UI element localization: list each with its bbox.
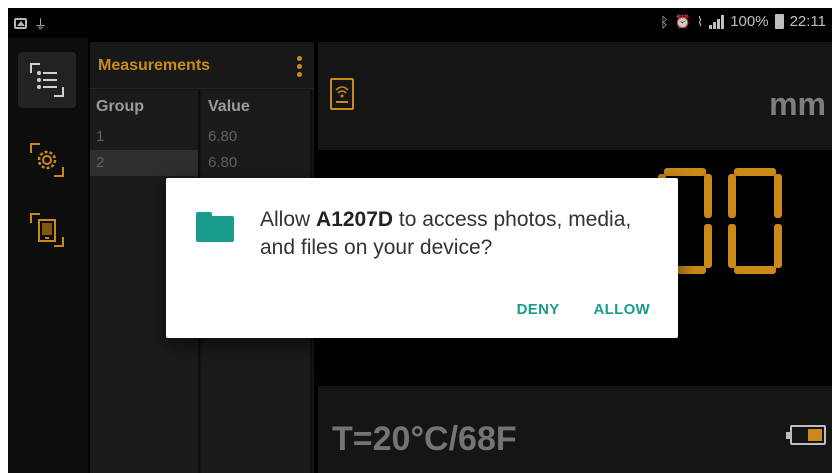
temperature-readout: T=20°C/68F — [332, 420, 517, 458]
table-cell[interactable]: 2 — [90, 150, 198, 176]
status-bar: ⏚ ᛒ ⏰ ⌇ 100% 22:11 — [8, 8, 832, 38]
gallery-notification-icon — [14, 18, 27, 29]
battery-icon — [774, 14, 784, 29]
battery-level-icon — [786, 425, 826, 445]
overflow-menu-icon[interactable] — [297, 56, 302, 77]
measurements-list-button[interactable] — [18, 52, 76, 108]
column-header-value: Value — [208, 98, 250, 115]
battery-percent: 100% — [730, 13, 769, 30]
measurements-header: Measurements — [90, 42, 314, 89]
app-screen: ⏚ ᛒ ⏰ ⌇ 100% 22:11 Measurements Group 1 … — [8, 8, 832, 473]
tablet-wifi-icon — [30, 213, 64, 247]
wifi-icon: ⌇ — [696, 13, 704, 29]
folder-icon — [196, 212, 234, 242]
panel-title: Measurements — [98, 57, 211, 74]
gear-icon — [30, 143, 64, 177]
signal-icon — [709, 14, 725, 29]
clock: 22:11 — [789, 13, 826, 30]
unit-label: mm — [769, 86, 826, 122]
message-prefix: Allow — [260, 208, 317, 231]
usb-notification-icon: ⏚ — [34, 17, 48, 32]
alarm-icon: ⏰ — [674, 13, 691, 29]
deny-button[interactable]: DENY — [517, 301, 560, 318]
dialog-actions: DENY ALLOW — [517, 301, 650, 318]
table-cell[interactable]: 6.80 — [202, 124, 310, 150]
column-header-group: Group — [96, 98, 144, 115]
settings-button[interactable] — [18, 132, 76, 188]
bluetooth-icon: ᛒ — [660, 13, 669, 30]
digit-segment — [728, 168, 782, 274]
app-name: A1207D — [316, 208, 394, 231]
allow-button[interactable]: ALLOW — [594, 301, 650, 318]
nav-rail — [8, 38, 88, 473]
permission-dialog: Allow A1207D to access photos, media, an… — [166, 178, 678, 338]
permission-message: Allow A1207D to access photos, media, an… — [260, 206, 660, 262]
table-cell[interactable]: 6.80 — [202, 150, 310, 176]
table-cell[interactable]: 1 — [90, 124, 198, 150]
device-connect-button[interactable] — [18, 202, 76, 258]
list-icon — [30, 63, 64, 97]
wifi-device-icon[interactable] — [330, 78, 354, 110]
